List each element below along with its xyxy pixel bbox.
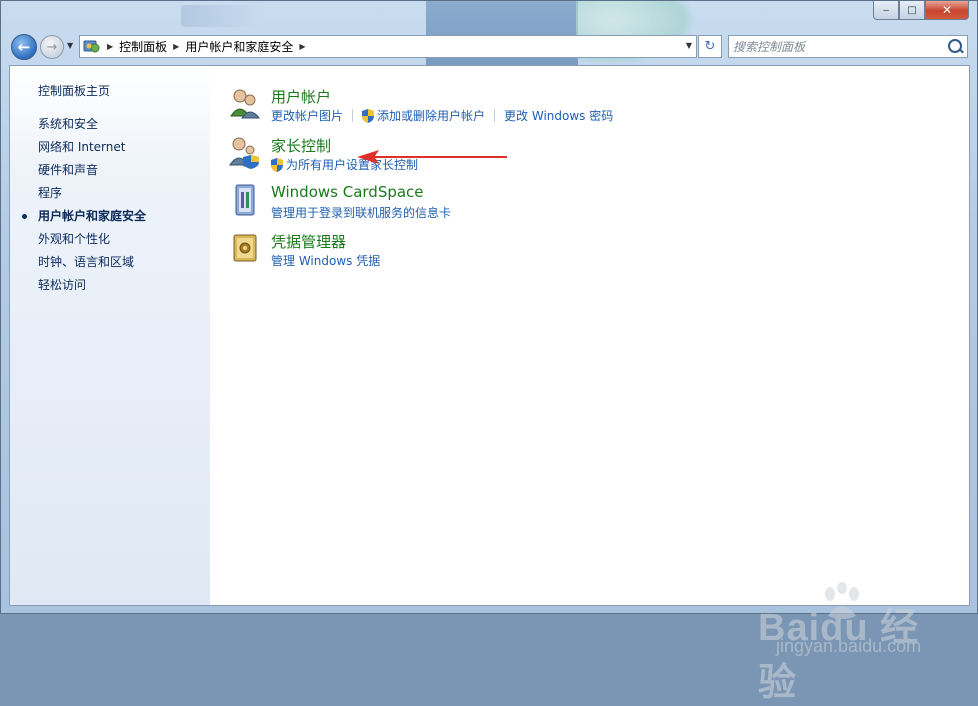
minimize-button[interactable]: ‒ — [873, 1, 899, 20]
breadcrumb-separator-icon[interactable]: ▶ — [173, 42, 179, 51]
baidu-watermark: Baidu 经验 jingyan.baidu.com — [758, 576, 958, 704]
link-divider — [352, 109, 354, 122]
sidebar-item-appearance[interactable]: 外观和个性化 — [38, 230, 110, 247]
sidebar-item-user-accounts[interactable]: 用户帐户和家庭安全 — [38, 207, 146, 224]
arrow-left-icon: ← — [17, 38, 31, 56]
maximize-button[interactable]: □ — [899, 1, 925, 20]
forward-button[interactable]: → — [40, 35, 64, 59]
category-links: 更改帐户图片 添加或删除用户帐户 更改 Windows 密码 — [271, 107, 613, 124]
category-title-credential-manager[interactable]: 凭据管理器 — [271, 231, 346, 252]
search-input[interactable] — [733, 39, 943, 54]
background-taskbar-ghost — [181, 5, 261, 27]
manage-windows-credentials-link[interactable]: 管理 Windows 凭据 — [271, 252, 380, 269]
main-pane: 用户帐户 更改帐户图片 添加或删除用户帐户 更改 Windows 密码 家长控制… — [210, 66, 969, 605]
sidebar-item-network[interactable]: 网络和 Internet — [38, 138, 125, 155]
sidebar-item-clock-language[interactable]: 时钟、语言和区域 — [38, 253, 134, 270]
sidebar-item-home[interactable]: 控制面板主页 — [38, 82, 110, 99]
add-remove-accounts-link[interactable]: 添加或删除用户帐户 — [377, 107, 485, 124]
category-links: 管理 Windows 凭据 — [271, 252, 380, 269]
annotation-arrow-icon — [357, 150, 507, 164]
content-area: 控制面板主页 系统和安全 网络和 Internet 硬件和声音 程序 用户帐户和… — [9, 65, 970, 704]
address-bar[interactable]: ▶ 控制面板 ▶ 用户帐户和家庭安全 ▶ ▼ — [79, 35, 697, 58]
change-picture-link[interactable]: 更改帐户图片 — [271, 107, 343, 124]
cardspace-icon[interactable] — [228, 183, 262, 217]
sidebar-item-system-security[interactable]: 系统和安全 — [38, 115, 98, 132]
manage-info-cards-link[interactable]: 管理用于登录到联机服务的信息卡 — [271, 204, 451, 221]
sidebar: 控制面板主页 系统和安全 网络和 Internet 硬件和声音 程序 用户帐户和… — [10, 66, 210, 605]
baidu-watermark-url: jingyan.baidu.com — [776, 636, 922, 656]
recent-pages-dropdown[interactable]: ▼ — [67, 41, 73, 50]
sidebar-item-hardware[interactable]: 硬件和声音 — [38, 161, 98, 178]
sidebar-item-ease-of-access[interactable]: 轻松访问 — [38, 276, 86, 293]
search-icon[interactable] — [948, 39, 962, 53]
breadcrumb-user-accounts[interactable]: 用户帐户和家庭安全 — [185, 38, 293, 55]
active-bullet-icon — [22, 214, 27, 219]
arrow-right-icon: → — [46, 39, 58, 55]
breadcrumb-control-panel[interactable]: 控制面板 — [119, 38, 167, 55]
refresh-button[interactable]: ↻ — [698, 35, 722, 58]
search-box[interactable] — [728, 35, 968, 58]
control-panel-icon — [83, 39, 101, 55]
refresh-icon: ↻ — [704, 39, 716, 54]
category-title-user-accounts[interactable]: 用户帐户 — [271, 86, 331, 107]
back-button[interactable]: ← — [11, 34, 37, 60]
category-links: 管理用于登录到联机服务的信息卡 — [271, 204, 451, 221]
uac-shield-icon — [362, 108, 375, 123]
sidebar-item-programs[interactable]: 程序 — [38, 184, 62, 201]
credential-manager-icon[interactable] — [228, 231, 262, 265]
parental-controls-icon[interactable] — [228, 135, 262, 169]
uac-shield-icon — [271, 157, 283, 172]
address-dropdown-icon[interactable]: ▼ — [686, 41, 692, 50]
breadcrumb-separator-icon[interactable]: ▶ — [299, 42, 305, 51]
change-password-link[interactable]: 更改 Windows 密码 — [504, 107, 613, 124]
explorer-window: ‒ □ ✕ ← → ▼ ▶ 控制面板 ▶ 用户帐户和家庭安全 ▶ ▼ ↻ 控制面… — [0, 0, 978, 704]
category-title-cardspace[interactable]: Windows CardSpace — [271, 183, 424, 201]
breadcrumb-separator-icon[interactable]: ▶ — [107, 42, 113, 51]
users-icon[interactable] — [228, 86, 262, 120]
caption-buttons: ‒ □ ✕ — [873, 1, 969, 21]
close-button[interactable]: ✕ — [925, 1, 969, 20]
link-divider — [494, 109, 496, 122]
category-title-parental-controls[interactable]: 家长控制 — [271, 135, 331, 156]
